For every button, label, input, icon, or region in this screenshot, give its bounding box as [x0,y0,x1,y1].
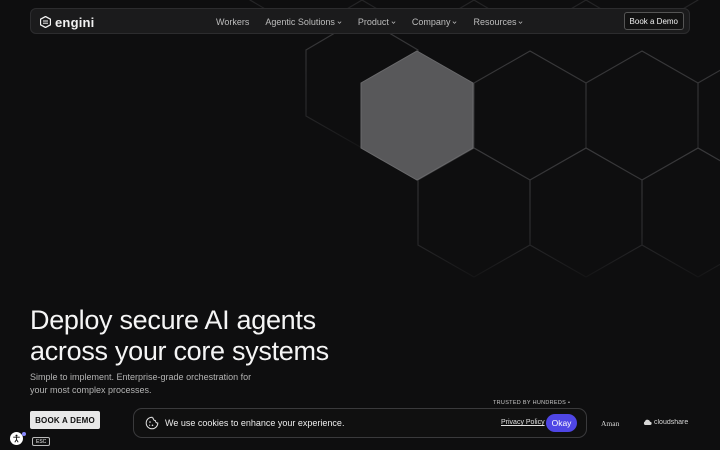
accessibility-icon [13,434,20,443]
esc-key-hint: ESC [32,437,51,446]
cloudshare-logo: cloudshare [643,419,690,426]
cookie-okay-button[interactable]: Okay [546,414,577,432]
hex-cell [697,69,720,162]
hex-cell [585,50,699,181]
hex-cell [641,147,720,278]
hero-subtitle-line: Simple to implement. Enterprise-grade or… [30,372,252,382]
accessibility-badge [22,432,26,436]
nav-item-agentic-solutions[interactable]: Agentic Solutions [265,17,342,27]
nav-item-company[interactable]: Company [412,17,458,27]
book-demo-cta-button[interactable]: BOOK A DEMO [30,411,100,429]
chevron-down-icon [453,20,457,24]
cookie-banner: We use cookies to enhance your experienc… [133,408,587,438]
cookie-message: We use cookies to enhance your experienc… [165,418,345,428]
chevron-down-icon [519,20,523,24]
nav-menu: Workers Agentic Solutions Product Compan… [216,9,539,35]
hero-subtitle: Simple to implement. Enterprise-grade or… [30,371,270,397]
hero-title-line: across your core systems [30,336,329,366]
hero-title: Deploy secure AI agents across your core… [30,305,390,367]
book-demo-nav-button[interactable]: Book a Demo [623,12,684,30]
nav-item-resources[interactable]: Resources [473,17,523,27]
privacy-policy-link[interactable]: Privacy Policy [501,419,545,426]
cloudshare-logo-text: cloudshare [654,419,689,426]
nav-item-label: Workers [216,17,250,27]
logo-text: engini [55,14,95,30]
nav-item-label: Agentic Solutions [265,17,335,27]
nav-item-label: Company [411,17,451,27]
chevron-down-icon [391,20,396,24]
hero-subtitle-line: your most complex processes. [30,385,152,395]
hex-cell [529,147,643,278]
cloudshare-logo-icon [643,419,652,425]
logo[interactable]: engini [40,13,94,31]
nav-item-label: Resources [473,17,517,27]
nav-item-workers[interactable]: Workers [216,17,249,27]
trusted-label: TRUSTED BY HUNDREDS • [493,400,571,406]
engini-logo-icon [40,16,51,28]
hero-title-line: Deploy secure AI agents [30,305,316,335]
cookie-icon [145,416,159,430]
highlighted-hexagon [360,50,474,181]
hex-cell [473,50,587,181]
aman-logo-text: Aman [601,419,620,428]
top-navbar: engini Workers Agentic Solutions Product… [30,8,690,34]
nav-item-product[interactable]: Product [358,17,396,27]
aman-logo: Aman [601,419,619,428]
nav-item-label: Product [357,17,389,27]
chevron-down-icon [337,20,342,24]
